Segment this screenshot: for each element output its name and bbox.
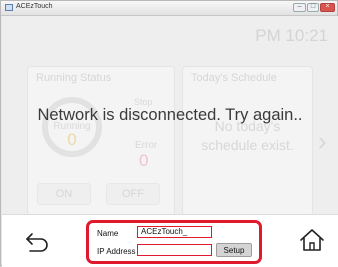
minimize-button[interactable]: – [293, 3, 306, 12]
clock: PM 10:21 [255, 26, 328, 45]
on-button[interactable]: ON [37, 183, 91, 205]
minimize-icon: – [297, 3, 302, 10]
off-button[interactable]: OFF [106, 183, 160, 205]
error-value: 0 [139, 151, 149, 170]
schedule-card: Today's Schedule No today's schedule exi… [182, 66, 313, 216]
running-status-card: Running Status Running 0 Stop 0 Error 0 … [27, 66, 175, 216]
close-button[interactable]: × [320, 3, 335, 12]
back-arrow-icon[interactable] [24, 232, 50, 254]
chevron-right-icon[interactable]: › [318, 126, 327, 157]
window-title: ACEzTouch [16, 3, 53, 10]
close-icon: × [325, 3, 330, 10]
home-icon[interactable] [298, 227, 326, 253]
schedule-title: Today's Schedule [191, 72, 277, 84]
app-window: ACEzTouch – □ × PM 10:21 Running Status … [0, 0, 338, 267]
name-field[interactable]: ACEzTouch_ [137, 226, 212, 238]
running-value: 0 [67, 130, 77, 149]
maximize-button[interactable]: □ [307, 3, 319, 12]
name-label: Name [97, 229, 119, 238]
schedule-empty-line-2: schedule exist. [201, 137, 294, 153]
network-error-message: Network is disconnected. Try again.. [37, 106, 303, 124]
setup-button[interactable]: Setup [216, 243, 252, 257]
main-screen: PM 10:21 Running Status Running 0 Stop 0… [2, 16, 338, 267]
title-bar: ACEzTouch – □ × [1, 1, 337, 16]
error-label: Error [135, 140, 158, 151]
app-icon [5, 4, 13, 11]
bottom-bar: Name ACEzTouch_ IP Address Setup [2, 214, 338, 267]
maximize-icon: □ [310, 3, 316, 10]
running-status-title: Running Status [36, 72, 112, 84]
ip-address-label: IP Address [97, 247, 136, 256]
ip-address-field[interactable] [137, 244, 212, 256]
